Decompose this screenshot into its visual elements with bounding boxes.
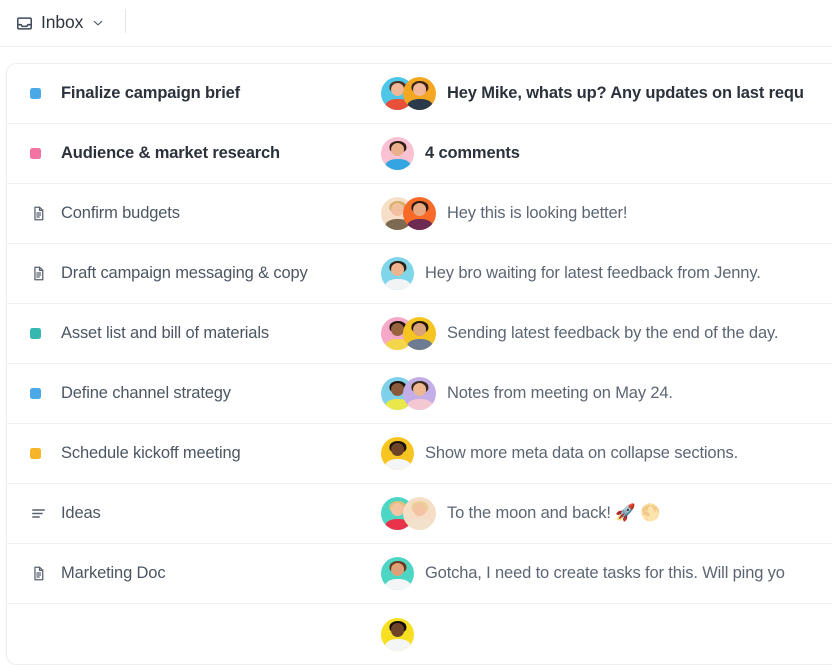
inbox-row[interactable]: Confirm budgets Hey this is looking bette… xyxy=(7,184,832,244)
avatar-group[interactable] xyxy=(381,77,436,111)
row-title: Ideas xyxy=(61,504,101,522)
row-message: Hey bro waiting for latest feedback from… xyxy=(425,264,761,282)
color-swatch xyxy=(30,88,41,99)
project-color-square xyxy=(30,148,51,159)
avatar[interactable] xyxy=(403,377,436,410)
avatar[interactable] xyxy=(381,137,414,170)
avatar-group[interactable] xyxy=(381,497,436,531)
avatar[interactable] xyxy=(403,197,436,230)
row-message-cell: Show more meta data on collapse sections… xyxy=(381,437,832,471)
avatar[interactable] xyxy=(381,437,414,470)
color-swatch xyxy=(30,448,41,459)
row-message-cell: 4 comments xyxy=(381,137,832,171)
row-title: Confirm budgets xyxy=(61,204,180,222)
inbox-tray-icon xyxy=(15,14,34,33)
row-title-cell: Asset list and bill of materials xyxy=(7,324,381,343)
row-message: 4 comments xyxy=(425,144,520,162)
avatar-group[interactable] xyxy=(381,557,414,591)
row-title: Marketing Doc xyxy=(61,564,166,582)
color-swatch xyxy=(30,388,41,399)
avatar[interactable] xyxy=(403,497,436,530)
row-message: To the moon and back! 🚀 🌕 xyxy=(447,504,661,522)
inbox-row[interactable]: Define channel strategy Notes from meetin… xyxy=(7,364,832,424)
row-message-cell: Gotcha, I need to create tasks for this.… xyxy=(381,557,832,591)
document-icon xyxy=(30,265,51,282)
inbox-row[interactable]: Draft campaign messaging & copy Hey bro w… xyxy=(7,244,832,304)
row-title-cell: Finalize campaign brief xyxy=(7,84,381,103)
document-icon xyxy=(30,205,51,222)
row-message: Notes from meeting on May 24. xyxy=(447,384,673,402)
list-lines-icon xyxy=(30,505,51,522)
inbox-row[interactable]: Finalize campaign brief Hey Mike, whats u… xyxy=(7,64,832,124)
avatar-group[interactable] xyxy=(381,257,414,291)
project-color-square xyxy=(30,448,51,459)
avatar-group[interactable] xyxy=(381,197,436,231)
top-bar: Inbox xyxy=(0,0,832,47)
row-message: Sending latest feedback by the end of th… xyxy=(447,324,779,342)
row-title: Audience & market research xyxy=(61,144,280,162)
row-message: Hey Mike, whats up? Any updates on last … xyxy=(447,84,804,102)
document-icon xyxy=(30,565,51,582)
row-message-cell: Hey Mike, whats up? Any updates on last … xyxy=(381,77,832,111)
row-title-cell: Confirm budgets xyxy=(7,204,381,223)
avatar[interactable] xyxy=(381,257,414,290)
row-title-cell: Ideas xyxy=(7,504,381,523)
row-title-cell: Define channel strategy xyxy=(7,384,381,403)
row-message-cell: To the moon and back! 🚀 🌕 xyxy=(381,497,832,531)
inbox-row[interactable]: Audience & market research 4 comments xyxy=(7,124,832,184)
row-title: Schedule kickoff meeting xyxy=(61,444,241,462)
project-color-square xyxy=(30,328,51,339)
row-title-cell: Draft campaign messaging & copy xyxy=(7,264,381,283)
inbox-row[interactable] xyxy=(7,604,832,664)
avatar-group[interactable] xyxy=(381,317,436,351)
inbox-row[interactable]: Ideas To the moon and back! 🚀 🌕 xyxy=(7,484,832,544)
inbox-list-card: Finalize campaign brief Hey Mike, whats u… xyxy=(6,63,832,665)
avatar[interactable] xyxy=(403,77,436,110)
row-title-cell: Schedule kickoff meeting xyxy=(7,444,381,463)
inbox-row[interactable]: Schedule kickoff meeting Show more meta d… xyxy=(7,424,832,484)
row-title: Asset list and bill of materials xyxy=(61,324,269,342)
avatar[interactable] xyxy=(403,317,436,350)
avatar[interactable] xyxy=(381,617,414,651)
avatar-group[interactable] xyxy=(381,377,436,411)
avatar-group[interactable] xyxy=(381,617,414,651)
inbox-row[interactable]: Marketing Doc Gotcha, I need to create ta… xyxy=(7,544,832,604)
chevron-down-icon[interactable] xyxy=(91,16,105,30)
avatar-group[interactable] xyxy=(381,137,414,171)
row-message: Gotcha, I need to create tasks for this.… xyxy=(425,564,785,582)
row-title: Define channel strategy xyxy=(61,384,231,402)
avatar-group[interactable] xyxy=(381,437,414,471)
row-message-cell: Notes from meeting on May 24. xyxy=(381,377,832,411)
row-title: Finalize campaign brief xyxy=(61,84,241,102)
row-title-cell: Audience & market research xyxy=(7,144,381,163)
inbox-label: Inbox xyxy=(41,12,84,33)
row-message: Show more meta data on collapse sections… xyxy=(425,444,739,462)
project-color-square xyxy=(30,88,51,99)
project-color-square xyxy=(30,388,51,399)
inbox-row[interactable]: Asset list and bill of materials Sending … xyxy=(7,304,832,364)
row-message-cell xyxy=(381,617,832,651)
header-divider xyxy=(125,9,126,33)
row-title-cell: Marketing Doc xyxy=(7,564,381,583)
row-message-cell: Hey this is looking better! xyxy=(381,197,832,231)
row-message-cell: Hey bro waiting for latest feedback from… xyxy=(381,257,832,291)
row-message-cell: Sending latest feedback by the end of th… xyxy=(381,317,832,351)
avatar[interactable] xyxy=(381,557,414,590)
color-swatch xyxy=(30,148,41,159)
row-title: Draft campaign messaging & copy xyxy=(61,264,308,282)
row-message: Hey this is looking better! xyxy=(447,204,628,222)
color-swatch xyxy=(30,328,41,339)
inbox-selector[interactable]: Inbox xyxy=(11,11,109,36)
